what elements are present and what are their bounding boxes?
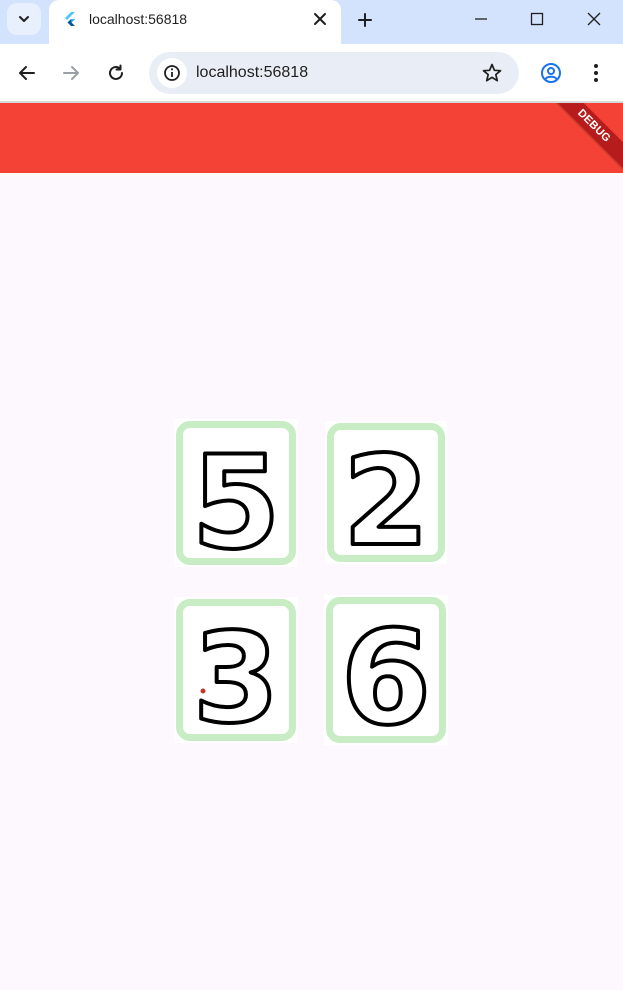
digit-text: 5	[191, 429, 280, 567]
reload-button[interactable]	[101, 58, 131, 88]
number-card-5[interactable]: 5	[174, 419, 298, 567]
site-info-button[interactable]	[157, 58, 187, 88]
number-card-6[interactable]: 6	[324, 595, 448, 745]
address-bar[interactable]: localhost:56818	[149, 52, 519, 94]
app-bar: DEBUG	[0, 103, 623, 173]
digit-outline: 2	[341, 428, 431, 564]
arrow-right-icon	[63, 66, 79, 80]
info-icon	[164, 65, 180, 81]
new-tab-button[interactable]	[353, 8, 377, 32]
digit-outline: 5	[189, 427, 282, 567]
close-icon	[587, 12, 601, 26]
menu-button[interactable]	[581, 58, 611, 88]
profile-icon	[541, 63, 561, 83]
forward-button[interactable]	[56, 58, 86, 88]
digit-outline: 6	[339, 600, 433, 745]
close-icon[interactable]	[311, 10, 329, 28]
browser-toolbar: localhost:56818	[0, 44, 623, 102]
star-icon[interactable]	[481, 62, 503, 84]
digit-text: 3	[193, 607, 279, 743]
arrow-left-icon	[19, 66, 35, 80]
tab-title: localhost:56818	[89, 11, 188, 27]
browser-tab[interactable]: localhost:56818	[49, 0, 341, 44]
plus-icon	[358, 13, 372, 27]
minimize-icon	[475, 18, 487, 20]
back-button[interactable]	[12, 58, 42, 88]
digit-outline: 3	[191, 605, 281, 743]
maximize-button[interactable]	[508, 0, 566, 38]
profile-button[interactable]	[536, 58, 566, 88]
number-card-2[interactable]: 2	[325, 421, 447, 564]
digit-text: 6	[341, 602, 431, 745]
tab-search-button[interactable]	[7, 3, 41, 35]
digit-text: 2	[343, 430, 429, 564]
trace-start-dot	[200, 688, 206, 694]
flutter-logo-icon	[65, 12, 75, 26]
maximize-icon	[530, 12, 544, 26]
kebab-menu-icon	[594, 64, 598, 82]
url-text[interactable]: localhost:56818	[196, 64, 308, 82]
close-window-button[interactable]	[565, 0, 623, 38]
number-card-3[interactable]: 3	[174, 597, 298, 743]
tab-strip: localhost:56818	[0, 0, 623, 44]
debug-banner: DEBUG	[548, 103, 623, 172]
minimize-button[interactable]	[452, 0, 510, 38]
chevron-down-icon	[19, 16, 29, 22]
reload-icon	[109, 64, 123, 80]
